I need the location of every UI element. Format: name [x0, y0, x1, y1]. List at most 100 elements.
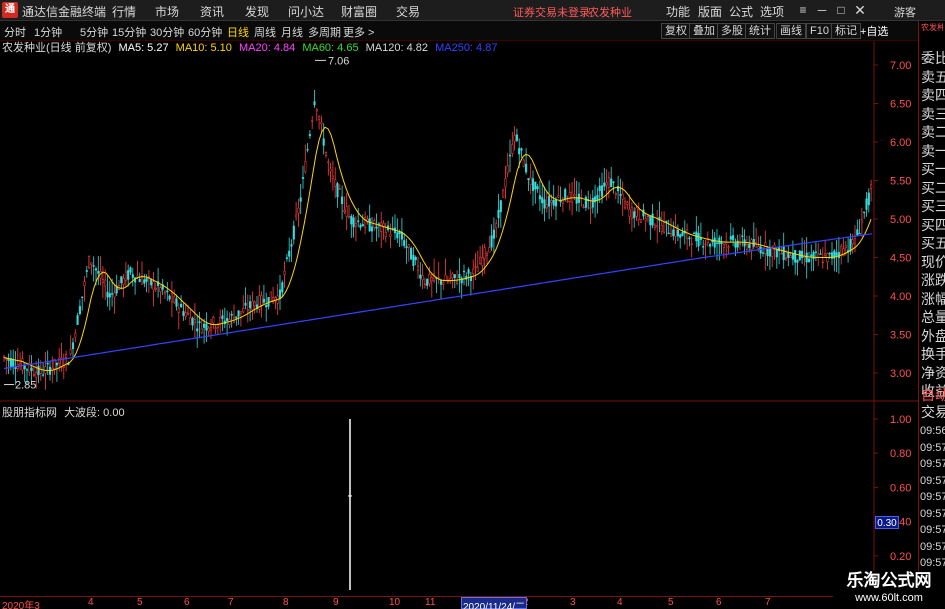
candlestick-body — [203, 323, 206, 328]
candlestick-body — [780, 253, 783, 255]
candlestick-body — [352, 217, 355, 228]
kline-chart[interactable]: 7.00 6.50 6.00 5.50 5.00 4.50 4.00 3.50 3.00 1.0… — [0, 0, 918, 596]
candlestick-body — [801, 250, 804, 259]
date-tick-label: 9 — [333, 597, 339, 608]
candlestick-body — [651, 213, 654, 226]
candlestick-body — [336, 183, 339, 198]
candlestick-body — [575, 197, 578, 204]
candlestick-body — [265, 305, 268, 308]
candlestick-body — [214, 327, 217, 329]
tick-time: 09:56 — [920, 425, 945, 437]
candlestick-body — [856, 229, 859, 236]
candlestick-body — [679, 234, 682, 238]
candlestick-body — [295, 214, 298, 218]
quote-field-label: 买四 — [921, 216, 945, 233]
candlestick-body — [42, 374, 45, 376]
candlestick-body — [226, 317, 229, 322]
date-tick-label: 4 — [617, 597, 623, 608]
candlestick-body — [120, 276, 123, 283]
candlestick-body — [180, 304, 183, 308]
candlestick-body — [249, 301, 252, 309]
candlestick-body — [858, 232, 861, 235]
candlestick-body — [745, 244, 748, 250]
candlestick-body — [368, 218, 371, 232]
candlestick-body — [359, 224, 362, 228]
price-tick-label: 5.50 — [890, 176, 911, 188]
candlestick-body — [136, 275, 139, 278]
candlestick-body — [479, 256, 482, 264]
trade-tab[interactable]: 交易 — [921, 402, 945, 422]
stock-chart-label: 农发种业(日线 前复权) — [2, 42, 112, 54]
candlestick-body — [690, 243, 693, 245]
candlestick-body — [536, 186, 539, 189]
candlestick-body — [557, 195, 560, 198]
candlestick-body — [25, 369, 29, 371]
quote-field-label: 净资 — [921, 364, 945, 381]
candlestick-body — [757, 246, 760, 249]
candlestick-body — [458, 274, 461, 279]
candlestick-body — [713, 237, 716, 248]
candlestick-body — [152, 281, 155, 291]
candlestick-body — [598, 185, 601, 192]
candlestick-body — [614, 193, 617, 196]
candlestick-body — [147, 276, 150, 278]
candlestick-body — [796, 260, 799, 263]
candlestick-body — [297, 207, 300, 214]
indicator-tick-label: 0.60 — [890, 482, 911, 494]
candlestick-body — [253, 301, 256, 307]
candlestick-body — [472, 268, 475, 275]
candlestick-body — [177, 308, 180, 313]
candlestick-body — [113, 292, 116, 298]
candlestick-body — [476, 267, 479, 272]
candlestick-body — [101, 279, 104, 283]
candlestick-body — [189, 317, 192, 325]
candlestick-body — [320, 122, 323, 125]
candlestick-body — [612, 181, 615, 183]
candlestick-body — [76, 315, 79, 325]
candlestick-body — [230, 313, 233, 316]
candlestick-body — [870, 184, 873, 189]
candlestick-body — [97, 270, 100, 274]
ma5-label: MA5: 5.27 — [118, 42, 169, 54]
candlestick-body — [704, 243, 707, 246]
candlestick-body — [416, 265, 420, 271]
candlestick-body — [692, 232, 696, 235]
candlestick-body — [350, 215, 353, 225]
candlestick-body — [844, 245, 847, 249]
candlestick-body — [92, 265, 95, 267]
candlestick-body — [88, 256, 91, 269]
candlestick-body — [860, 219, 863, 223]
candlestick-body — [124, 271, 127, 281]
candlestick-body — [196, 328, 199, 332]
date-tick-label: 4 — [88, 597, 94, 608]
candlestick-body — [347, 215, 351, 218]
candlestick-body — [166, 290, 169, 293]
quote-field-label: 卖二 — [921, 124, 945, 140]
candlestick-body — [85, 270, 88, 272]
candlestick-body — [370, 226, 374, 232]
candlestick-body — [145, 277, 148, 282]
candlestick-body — [186, 312, 190, 315]
quote-field-label: 涨跌 — [921, 272, 945, 288]
indicator-value: 大波段: 0.00 — [64, 407, 125, 419]
candlestick-body — [396, 232, 399, 239]
candlestick-body — [311, 120, 314, 122]
ma20-label: MA20: 4.84 — [238, 42, 296, 54]
price-tick-label: 6.50 — [890, 99, 911, 111]
candlestick-body — [74, 332, 77, 338]
candlestick-body — [428, 273, 431, 285]
indicator-name: 股朋指标网 — [2, 407, 57, 419]
candlestick-body — [65, 354, 68, 358]
candlestick-body — [421, 275, 424, 281]
price-tick-label: 4.00 — [890, 291, 911, 303]
candlestick-body — [734, 242, 737, 248]
candlestick-body — [304, 161, 307, 173]
candlestick-body — [467, 269, 470, 274]
candlestick-body — [35, 372, 38, 378]
candlestick-body — [81, 296, 84, 298]
candlestick-body — [242, 307, 245, 313]
candlestick-body — [681, 231, 684, 237]
candlestick-body — [865, 198, 868, 210]
candlestick-body — [111, 293, 114, 295]
candlestick-body — [483, 247, 486, 259]
